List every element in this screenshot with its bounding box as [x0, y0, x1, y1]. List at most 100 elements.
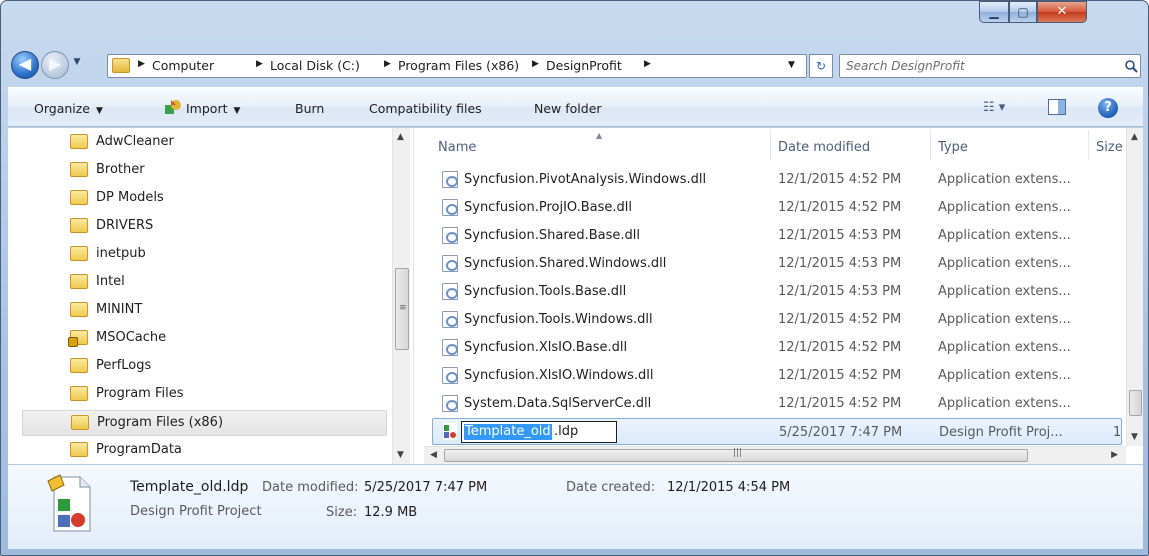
nav-item[interactable]: Program Files — [22, 382, 387, 408]
file-row[interactable]: Syncfusion.XlsIO.Base.dll 12/1/2015 4:52 … — [432, 334, 1122, 361]
file-list: ▲ Name Date modified Type Size Syncfusio… — [424, 128, 1143, 464]
file-row[interactable]: Syncfusion.Tools.Windows.dll 12/1/2015 4:… — [432, 306, 1122, 333]
column-header-name[interactable]: Name — [438, 140, 476, 155]
rename-field[interactable]: Template_old .ldp — [461, 421, 617, 443]
nav-item[interactable]: Brother — [22, 158, 387, 184]
breadcrumb-local-disk[interactable]: Local Disk (C:) — [270, 58, 360, 73]
file-type: Application extens... — [938, 172, 1071, 187]
nav-item[interactable]: MSOCache — [22, 326, 387, 352]
scrollbar-thumb[interactable] — [1129, 390, 1142, 416]
nav-item[interactable]: ProgramData — [22, 438, 387, 464]
scroll-up-icon[interactable]: ▲ — [397, 132, 404, 142]
breadcrumb-computer[interactable]: Computer — [152, 58, 214, 73]
maximize-button[interactable]: ▢ — [1009, 1, 1037, 23]
preview-pane-icon[interactable] — [1048, 99, 1066, 115]
column-header-date-modified[interactable]: Date modified — [778, 140, 870, 155]
scroll-up-icon[interactable]: ▲ — [1131, 132, 1138, 142]
address-dropdown-icon[interactable]: ▼ — [788, 60, 795, 70]
file-name: Syncfusion.PivotAnalysis.Windows.dll — [464, 172, 707, 187]
details-date-created: 12/1/2015 4:54 PM — [667, 480, 791, 495]
scroll-down-icon[interactable]: ▼ — [1131, 432, 1138, 442]
nav-item[interactable]: Program Files (x86) — [22, 410, 387, 436]
forward-arrow-icon[interactable]: ▶ — [41, 51, 69, 79]
file-list-horizontal-scrollbar[interactable]: ◀ ||| ▶ — [424, 446, 1126, 464]
scrollbar-thumb[interactable]: ||| — [444, 448, 1028, 462]
column-header-type[interactable]: Type — [938, 140, 968, 155]
file-type: Application extens... — [938, 200, 1071, 215]
file-row[interactable]: Syncfusion.PivotAnalysis.Windows.dll 12/1… — [432, 166, 1122, 193]
chevron-right-icon[interactable]: ▶ — [256, 59, 263, 69]
file-row[interactable]: Syncfusion.Tools.Base.dll 12/1/2015 4:53 … — [432, 278, 1122, 305]
organize-button[interactable]: Organize ▼ — [34, 101, 103, 116]
rename-selected-text: Template_old — [464, 424, 552, 440]
navigation-pane: AdwCleaner Brother DP Models DRIVERS inetpub… — [8, 128, 414, 464]
search-icon[interactable] — [1124, 59, 1138, 73]
nav-item[interactable]: AdwCleaner — [22, 130, 387, 156]
help-icon[interactable]: ? — [1098, 98, 1118, 118]
file-type: Application extens... — [938, 312, 1071, 327]
folder-icon — [70, 274, 88, 289]
import-button[interactable]: Import ▼ — [186, 101, 240, 116]
details-filename: Template_old.ldp — [130, 479, 249, 495]
nav-item[interactable]: MININT — [22, 298, 387, 324]
minimize-button[interactable]: ▁ — [979, 1, 1009, 23]
folder-icon — [112, 58, 130, 73]
details-date-created-label: Date created: — [566, 480, 656, 495]
chevron-down-icon: ▼ — [233, 106, 241, 116]
file-name: Syncfusion.Tools.Base.dll — [464, 284, 627, 299]
details-size: 12.9 MB — [364, 505, 418, 520]
chevron-right-icon[interactable]: ▶ — [532, 59, 539, 69]
column-header-size[interactable]: Size — [1096, 140, 1123, 155]
file-name: Syncfusion.ProjIO.Base.dll — [464, 200, 633, 215]
compatibility-files-button[interactable]: Compatibility files — [369, 101, 482, 116]
title-bar: ▁ ▢ ✕ — [1, 1, 1148, 43]
file-date: 12/1/2015 4:52 PM — [778, 340, 902, 355]
chevron-right-icon[interactable]: ▶ — [644, 59, 651, 69]
change-view-icon[interactable]: ☷ ▾ — [983, 100, 1017, 116]
dll-file-icon — [442, 171, 458, 188]
file-list-vertical-scrollbar[interactable]: ▲ ▼ — [1126, 128, 1143, 446]
breadcrumb-program-files-x86[interactable]: Program Files (x86) — [398, 58, 519, 73]
nav-item[interactable]: Intel — [22, 270, 387, 296]
nav-item-label: Program Files — [96, 386, 184, 401]
file-row[interactable]: Syncfusion.ProjIO.Base.dll 12/1/2015 4:52… — [432, 194, 1122, 221]
chevron-right-icon[interactable]: ▶ — [384, 59, 391, 69]
search-input[interactable]: Search DesignProfit — [839, 54, 1141, 78]
file-row[interactable]: System.Data.SqlServerCe.dll 12/1/2015 4:5… — [432, 390, 1122, 417]
file-type: Application extens... — [938, 396, 1071, 411]
scroll-down-icon[interactable]: ▼ — [397, 450, 404, 460]
nav-item-label: Intel — [96, 274, 125, 289]
nav-item[interactable]: PerfLogs — [22, 354, 387, 380]
nav-scrollbar[interactable]: ▲ ≡ ▼ — [392, 128, 410, 464]
file-date: 12/1/2015 4:52 PM — [778, 312, 902, 327]
folder-icon — [70, 190, 88, 205]
file-type: Application extens... — [938, 368, 1071, 383]
nav-item[interactable]: inetpub — [22, 242, 387, 268]
navigation-row: ◀ ▶ ▼ ▶ Computer ▶ Local Disk (C:) ▶ Pro… — [7, 45, 1144, 85]
breadcrumb-designprofit[interactable]: DesignProfit — [546, 58, 622, 73]
file-row-renaming[interactable]: Template_old .ldp 5/25/2017 7:47 PM Desi… — [432, 418, 1122, 445]
explorer-window: ▁ ▢ ✕ ◀ ▶ ▼ ▶ Computer ▶ Local Disk (C:)… — [0, 0, 1149, 556]
address-bar[interactable]: ▶ Computer ▶ Local Disk (C:) ▶ Program F… — [107, 54, 807, 78]
new-folder-button[interactable]: New folder — [534, 101, 602, 116]
details-date-modified: 5/25/2017 7:47 PM — [364, 480, 488, 495]
dll-file-icon — [442, 283, 458, 300]
nav-item[interactable]: DRIVERS — [22, 214, 387, 240]
column-headers: ▲ Name Date modified Type Size — [424, 128, 1143, 162]
file-type: Application extens... — [938, 228, 1071, 243]
chevron-right-icon[interactable]: ▶ — [138, 59, 145, 69]
file-row[interactable]: Syncfusion.Shared.Base.dll 12/1/2015 4:53… — [432, 222, 1122, 249]
recent-pages-dropdown-icon[interactable]: ▼ — [71, 57, 83, 71]
file-name: Syncfusion.XlsIO.Base.dll — [464, 340, 628, 355]
close-button[interactable]: ✕ — [1037, 1, 1087, 23]
back-arrow-icon[interactable]: ◀ — [11, 51, 39, 79]
scroll-right-icon[interactable]: ▶ — [1111, 450, 1118, 460]
burn-button[interactable]: Burn — [295, 101, 324, 116]
file-row[interactable]: Syncfusion.XlsIO.Windows.dll 12/1/2015 4:… — [432, 362, 1122, 389]
command-bar: Organize ▼ Import ▼ Burn Compatibility fil… — [8, 87, 1143, 127]
file-row[interactable]: Syncfusion.Shared.Windows.dll 12/1/2015 4… — [432, 250, 1122, 277]
scrollbar-thumb[interactable]: ≡ — [395, 268, 409, 350]
scroll-left-icon[interactable]: ◀ — [430, 450, 437, 460]
nav-item[interactable]: DP Models — [22, 186, 387, 212]
refresh-icon[interactable]: ↻ — [809, 54, 833, 78]
